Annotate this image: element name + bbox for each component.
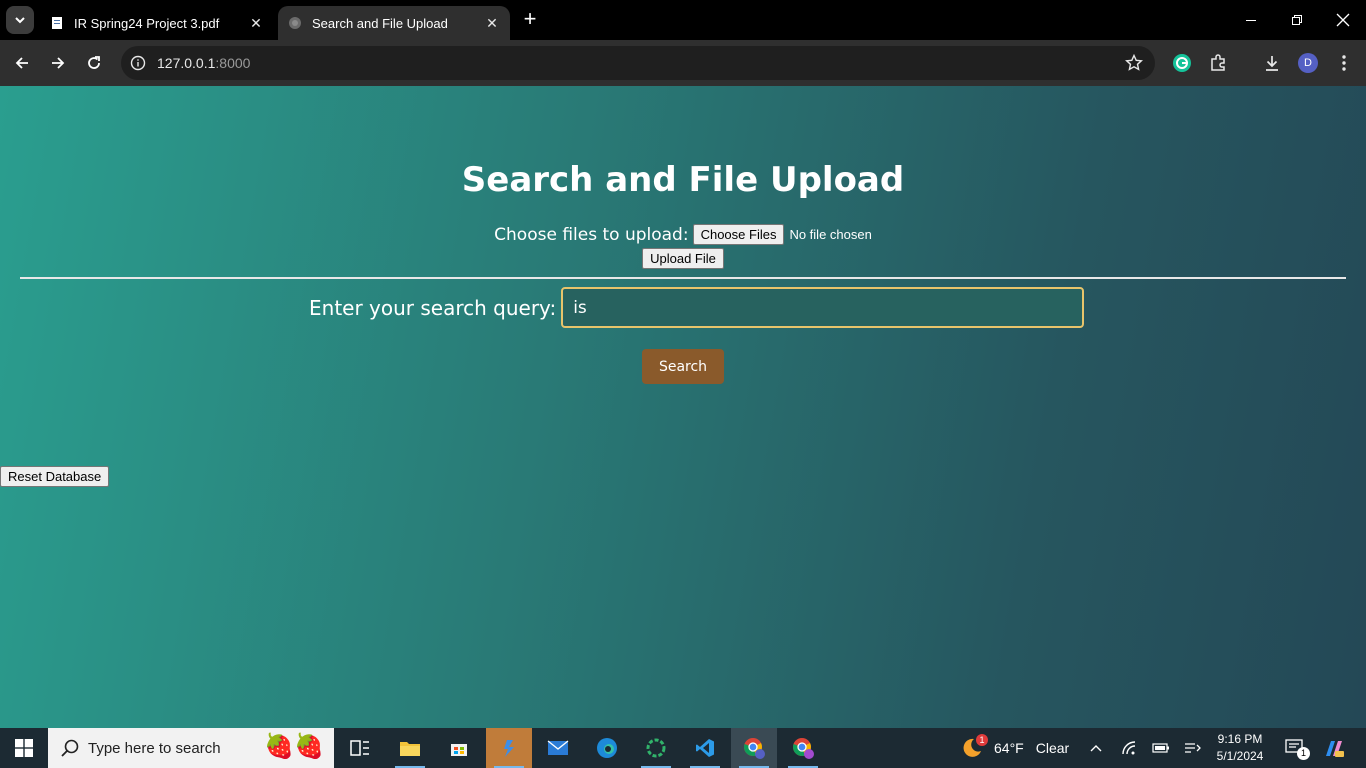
upload-row: Choose files to upload: Choose Files No … xyxy=(0,224,1366,245)
profile-avatar[interactable]: D xyxy=(1296,51,1320,75)
arrow-left-icon xyxy=(15,57,28,69)
tab-pdf[interactable]: IR Spring24 Project 3.pdf ✕ xyxy=(40,6,274,40)
url-host: 127.0.0.1 xyxy=(157,55,216,71)
restore-button[interactable] xyxy=(1274,0,1320,40)
search-button[interactable]: Search xyxy=(642,349,724,384)
profile-initial: D xyxy=(1298,53,1318,73)
start-button[interactable] xyxy=(0,728,48,768)
restore-icon xyxy=(1292,15,1302,25)
weather-alert-badge: 1 xyxy=(976,734,988,746)
pdf-file-icon xyxy=(52,17,62,29)
grammarly-extension-icon[interactable] xyxy=(1170,51,1194,75)
arrow-right-icon xyxy=(52,57,65,69)
forward-button[interactable] xyxy=(44,49,72,77)
tab-search-button[interactable] xyxy=(6,6,34,34)
tab-title: IR Spring24 Project 3.pdf xyxy=(74,15,220,31)
reload-icon xyxy=(88,56,100,69)
downloads-icon[interactable] xyxy=(1260,51,1284,75)
notification-count-badge: 1 xyxy=(1297,747,1310,760)
address-bar[interactable]: 127.0.0.1:8000 xyxy=(121,46,1155,80)
windows-logo-icon xyxy=(15,739,33,757)
copilot-icon[interactable] xyxy=(1322,738,1346,758)
close-icon[interactable]: ✕ xyxy=(248,15,264,32)
close-icon[interactable]: ✕ xyxy=(484,15,500,32)
vscode-icon[interactable] xyxy=(682,728,728,768)
green-ring-app-icon[interactable] xyxy=(633,728,679,768)
search-icon xyxy=(61,739,79,757)
globe-icon xyxy=(289,17,301,29)
page-title: Search and File Upload xyxy=(461,160,905,200)
back-button[interactable] xyxy=(8,49,36,77)
tab-strip: IR Spring24 Project 3.pdf ✕ Search and F… xyxy=(0,0,1366,40)
file-explorer-icon[interactable] xyxy=(387,728,433,768)
extensions-puzzle-icon[interactable] xyxy=(1206,51,1230,75)
minimize-button[interactable] xyxy=(1228,0,1274,40)
url-text: 127.0.0.1:8000 xyxy=(157,55,250,71)
upload-file-button[interactable]: Upload File xyxy=(642,248,724,269)
reset-database-button[interactable]: Reset Database xyxy=(0,466,110,487)
tab-title: Search and File Upload xyxy=(312,15,448,31)
search-input[interactable]: is xyxy=(561,287,1085,328)
battery-icon[interactable] xyxy=(1151,738,1171,758)
search-row: Enter your search query: is xyxy=(309,287,1085,328)
choose-files-button[interactable]: Choose Files xyxy=(692,224,785,245)
weather-temp: 64°F xyxy=(994,740,1024,756)
volume-icon[interactable] xyxy=(1183,738,1203,758)
tab-search-upload[interactable]: Search and File Upload ✕ xyxy=(278,6,510,40)
menu-kebab-icon[interactable] xyxy=(1332,51,1356,75)
clock-date: 5/1/2024 xyxy=(1216,749,1264,763)
taskbar: Type here to search 🍓🍓 1 64°F Clear 9:16… xyxy=(0,728,1366,768)
bookmark-star-icon[interactable] xyxy=(1125,54,1143,72)
url-port: :8000 xyxy=(215,55,251,71)
taskbar-clock[interactable]: 9:16 PM 5/1/2024 xyxy=(1212,731,1268,765)
chrome-profile-d-icon[interactable] xyxy=(731,728,777,768)
power-automate-icon[interactable] xyxy=(486,728,532,768)
clock-time: 9:16 PM xyxy=(1217,732,1263,746)
search-input-value: is xyxy=(573,297,587,318)
browser-toolbar: 127.0.0.1:8000 D xyxy=(0,40,1366,112)
weather-moon-icon: 1 xyxy=(960,734,988,760)
edge-browser-icon[interactable] xyxy=(584,728,630,768)
task-view-icon[interactable] xyxy=(337,728,383,768)
taskbar-search-box[interactable]: Type here to search 🍓🍓 xyxy=(48,728,334,768)
upload-label: Choose files to upload: xyxy=(494,224,689,245)
page-viewport: Search and File Upload Choose files to u… xyxy=(0,86,1366,728)
close-icon xyxy=(1336,13,1350,27)
close-window-button[interactable] xyxy=(1320,0,1366,40)
strawberry-icon: 🍓🍓 xyxy=(264,733,324,760)
mail-icon[interactable] xyxy=(535,728,581,768)
minimize-icon xyxy=(1246,20,1256,21)
new-tab-button[interactable]: + xyxy=(518,8,542,32)
microsoft-store-icon[interactable] xyxy=(436,728,482,768)
no-file-chosen-text: No file chosen xyxy=(789,227,872,242)
show-hidden-icons-chevron-up-icon[interactable] xyxy=(1086,738,1106,758)
chrome-profile-icon[interactable] xyxy=(780,728,826,768)
taskbar-search-placeholder: Type here to search xyxy=(88,739,221,757)
notifications-icon[interactable]: 1 xyxy=(1284,738,1310,760)
wifi-icon[interactable] xyxy=(1120,738,1140,758)
weather-condition: Clear xyxy=(1035,740,1070,756)
weather-widget[interactable]: 1 64°F Clear xyxy=(960,728,1069,768)
search-label: Enter your search query: xyxy=(309,295,557,320)
reload-button[interactable] xyxy=(80,49,108,77)
chevron-down-icon xyxy=(15,17,25,24)
upload-button-row: Upload File xyxy=(0,248,1366,269)
section-divider xyxy=(20,277,1346,279)
site-info-icon[interactable] xyxy=(129,54,147,72)
